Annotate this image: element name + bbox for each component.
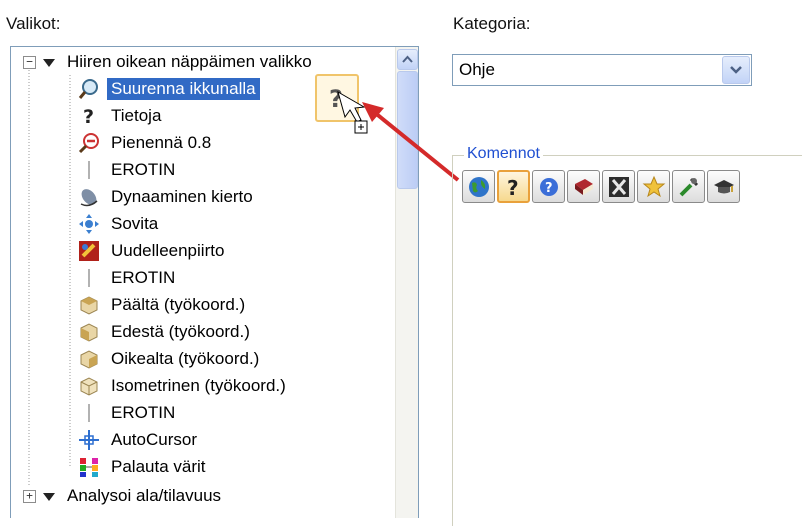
help-icon: ? xyxy=(77,104,101,128)
zoom-out-icon xyxy=(77,131,101,155)
tree-node-zoom-window[interactable]: Suurenna ikkunalla xyxy=(77,76,260,102)
cursor-icon xyxy=(77,428,101,452)
dropdown-triangle-icon xyxy=(43,493,55,501)
drag-ghost-help-icon: ? xyxy=(315,74,359,122)
menus-label: Valikot: xyxy=(6,14,61,33)
tree-node-view-right[interactable]: Oikealta (työkoord.) xyxy=(77,346,263,372)
colors-icon xyxy=(77,455,101,479)
tree-node-separator[interactable]: EROTIN xyxy=(77,157,179,183)
category-value: Ohje xyxy=(459,60,495,79)
tree-node-dynamic-rotate[interactable]: Dynaaminen kierto xyxy=(77,184,257,210)
tree-node-analyze[interactable]: Analysoi ala/tilavuus xyxy=(63,483,225,509)
commands-group xyxy=(452,155,802,526)
svg-text:?: ? xyxy=(507,176,519,199)
graduation-cap-icon[interactable] xyxy=(707,170,740,203)
tree-scrollbar[interactable] xyxy=(395,47,418,518)
chevron-down-icon[interactable] xyxy=(722,56,750,84)
svg-text:?: ? xyxy=(83,106,94,127)
book-icon[interactable] xyxy=(567,170,600,203)
commands-group-title: Komennot xyxy=(464,145,543,163)
rotate-icon xyxy=(77,185,101,209)
help-icon[interactable]: ? xyxy=(497,170,530,203)
view-front-icon xyxy=(77,320,101,344)
tree-node-view-top[interactable]: Päältä (työkoord.) xyxy=(77,292,249,318)
separator-icon xyxy=(77,401,101,425)
tools-icon[interactable] xyxy=(672,170,705,203)
tree-node-root[interactable]: Hiiren oikean näppäimen valikko xyxy=(63,49,316,75)
tree-node-reset-colors[interactable]: Palauta värit xyxy=(77,454,210,480)
svg-text:?: ? xyxy=(545,181,553,196)
dropdown-triangle-icon xyxy=(43,59,55,67)
star-icon[interactable] xyxy=(637,170,670,203)
tree-node-autocursor[interactable]: AutoCursor xyxy=(77,427,201,453)
tree-node-view-iso[interactable]: Isometrinen (työkoord.) xyxy=(77,373,290,399)
category-select[interactable]: Ohje xyxy=(452,54,752,86)
tree-node-separator[interactable]: EROTIN xyxy=(77,265,179,291)
tree-node-fit[interactable]: Sovita xyxy=(77,211,162,237)
zoom-window-icon xyxy=(77,77,101,101)
tree-node-redraw[interactable]: Uudelleenpiirto xyxy=(77,238,228,264)
tree-expander-collapse[interactable]: − xyxy=(23,56,36,69)
tree-expander-expand[interactable]: + xyxy=(23,490,36,503)
globe-icon[interactable] xyxy=(462,170,495,203)
scroll-thumb[interactable] xyxy=(397,71,418,189)
view-iso-icon xyxy=(77,374,101,398)
tree-node-info[interactable]: ? Tietoja xyxy=(77,103,165,129)
redraw-icon xyxy=(77,239,101,263)
category-label: Kategoria: xyxy=(453,14,531,33)
fit-icon xyxy=(77,212,101,236)
x-icon[interactable] xyxy=(602,170,635,203)
info-icon[interactable]: ? xyxy=(532,170,565,203)
commands-toolbar: ? ? xyxy=(462,170,740,203)
scroll-up-button[interactable] xyxy=(397,49,418,70)
view-top-icon xyxy=(77,293,101,317)
svg-text:?: ? xyxy=(329,85,343,113)
separator-icon xyxy=(77,158,101,182)
tree-node-zoom-out[interactable]: Pienennä 0.8 xyxy=(77,130,215,156)
view-right-icon xyxy=(77,347,101,371)
tree-node-separator[interactable]: EROTIN xyxy=(77,400,179,426)
separator-icon xyxy=(77,266,101,290)
tree-node-view-front[interactable]: Edestä (työkoord.) xyxy=(77,319,254,345)
